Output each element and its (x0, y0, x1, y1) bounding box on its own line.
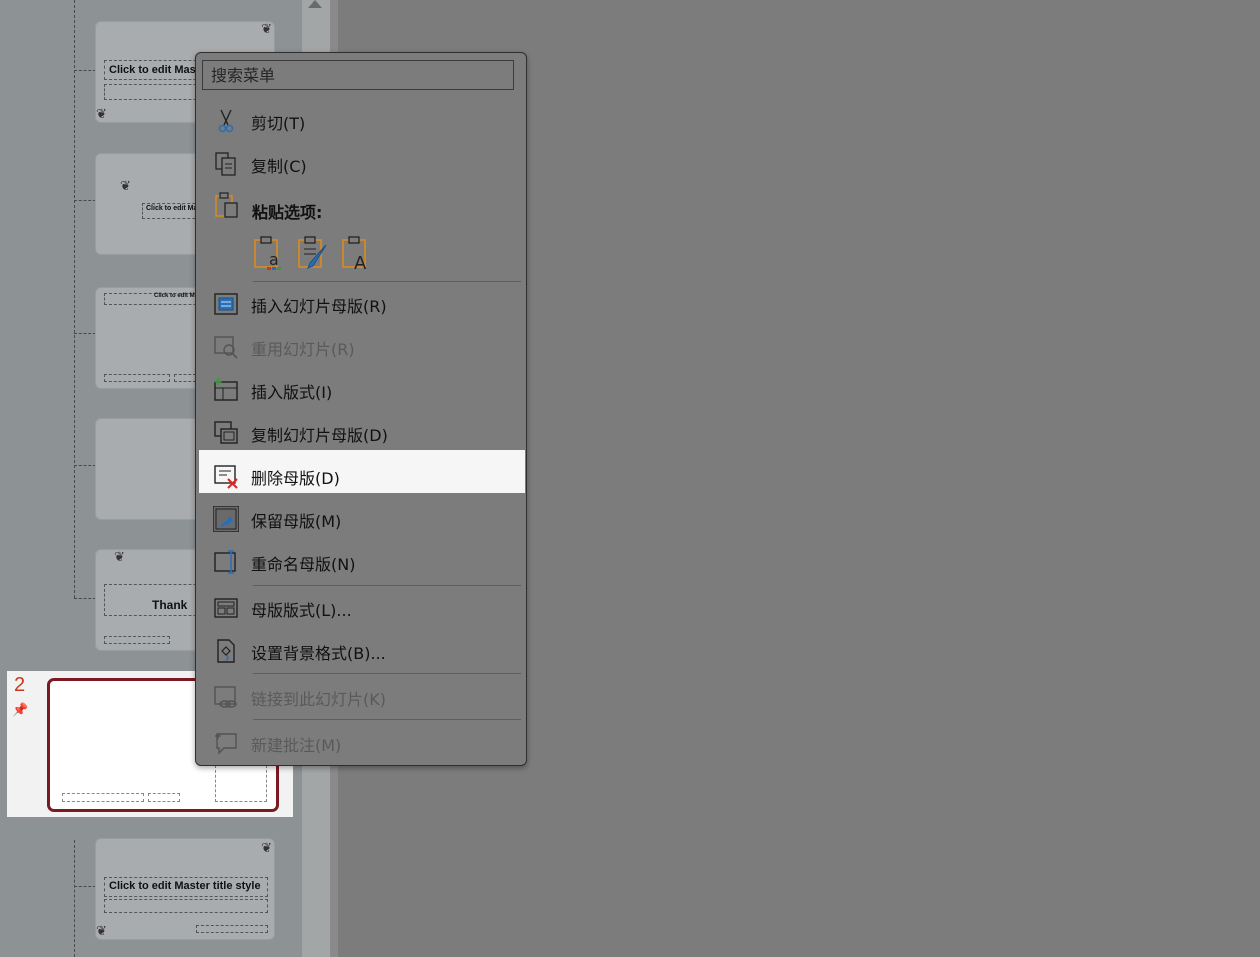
duplicate-master-icon (214, 421, 238, 444)
menu-item-rename-master[interactable]: 重命名母版(N) (199, 540, 525, 583)
menu-item-delete-master[interactable]: 删除母版(D) (199, 450, 525, 493)
tree-connector (74, 70, 96, 71)
body-placeholder (104, 899, 268, 913)
footer-placeholder (104, 374, 170, 382)
paste-keep-source-formatting-icon[interactable] (296, 235, 330, 271)
number-placeholder (215, 765, 267, 802)
menu-item-label: 剪切(T) (251, 114, 306, 133)
menu-item-duplicate-slide-master[interactable]: 复制幻灯片母版(D) (199, 411, 525, 454)
menu-item-new-comment[interactable]: 新建批注(M) (199, 721, 525, 764)
pin-icon[interactable]: 📌 (12, 703, 28, 718)
context-menu: 剪切(T) 复制(C) 粘贴选项: a A (195, 52, 527, 766)
menu-item-label: 链接到此幻灯片(K) (251, 690, 386, 709)
menu-separator (253, 673, 521, 674)
insert-master-icon (214, 293, 238, 315)
menu-item-label: 重命名母版(N) (251, 555, 356, 574)
menu-item-label: 插入幻灯片母版(R) (251, 297, 387, 316)
bamboo-icon: ❦ (96, 924, 107, 939)
menu-item-label: 插入版式(I) (251, 383, 333, 402)
menu-item-label: 删除母版(D) (251, 469, 340, 488)
menu-item-format-background[interactable]: 设置背景格式(B)... (199, 629, 525, 672)
bamboo-icon: ❦ (261, 841, 272, 856)
master-layout-icon (214, 598, 238, 618)
paste-options-label: 粘贴选项: (252, 203, 323, 222)
delete-master-icon (214, 465, 238, 489)
reuse-slides-icon (214, 336, 238, 359)
number-placeholder (196, 925, 268, 933)
format-background-icon (217, 639, 235, 663)
footer-placeholder (104, 636, 170, 644)
menu-item-insert-layout[interactable]: 插入版式(I) (199, 368, 525, 411)
menu-item-label: 复制(C) (251, 157, 307, 176)
tree-connector (74, 465, 96, 466)
tree-connector (74, 840, 75, 957)
menu-item-cut[interactable]: 剪切(T) (199, 99, 525, 142)
comment-icon (215, 733, 237, 755)
link-icon (214, 686, 237, 708)
date-placeholder (148, 793, 180, 802)
thumbnail-title: Thank (152, 598, 188, 612)
tree-connector (74, 886, 96, 887)
insert-layout-icon (214, 378, 238, 401)
menu-item-insert-slide-master[interactable]: 插入幻灯片母版(R) (199, 282, 525, 325)
menu-item-label: 设置背景格式(B)... (251, 644, 386, 663)
menu-item-label: 复制幻灯片母版(D) (251, 426, 388, 445)
menu-item-label: 母版版式(L)... (251, 601, 352, 620)
slide-number: 2 (14, 674, 26, 696)
date-placeholder (174, 374, 196, 382)
rename-master-icon (214, 550, 236, 574)
thumbnail-title: Click to edit Mas (109, 64, 196, 76)
menu-item-master-layout[interactable]: 母版版式(L)... (199, 586, 525, 629)
bamboo-icon: ❦ (114, 550, 125, 565)
tree-connector (74, 0, 75, 598)
thumbnail-title: Click to edit Master title style (109, 880, 261, 892)
svg-text:a: a (269, 250, 279, 269)
scissors-icon (218, 109, 234, 133)
tree-connector (74, 333, 96, 334)
menu-item-label: 保留母版(M) (251, 512, 342, 531)
tree-connector (74, 598, 96, 599)
menu-item-link-to-slide[interactable]: 链接到此幻灯片(K) (199, 675, 525, 718)
svg-text:A: A (354, 253, 367, 271)
footer-placeholder (62, 793, 144, 802)
menu-item-reuse-slides[interactable]: 重用幻灯片(R) (199, 325, 525, 368)
scroll-up-arrow-icon[interactable] (308, 0, 322, 8)
search-menu-input[interactable] (202, 60, 514, 90)
tree-connector (74, 200, 96, 201)
menu-item-copy[interactable]: 复制(C) (199, 142, 525, 185)
bamboo-icon: ❦ (120, 179, 131, 194)
paste-use-destination-theme-icon[interactable]: a (252, 235, 286, 271)
menu-separator (253, 719, 521, 720)
menu-item-label: 重用幻灯片(R) (251, 340, 355, 359)
copy-icon (215, 152, 236, 176)
bamboo-icon: ❦ (261, 22, 272, 37)
menu-item-preserve-master[interactable]: 保留母版(M) (199, 497, 525, 540)
menu-item-label: 新建批注(M) (251, 736, 342, 755)
paste-keep-text-only-icon[interactable]: A (340, 235, 374, 271)
preserve-master-icon (213, 506, 239, 532)
clipboard-icon (215, 192, 238, 218)
bamboo-icon: ❦ (96, 107, 107, 122)
layout-thumbnail-7[interactable]: ❦ Click to edit Master title style ❦ (95, 838, 275, 940)
